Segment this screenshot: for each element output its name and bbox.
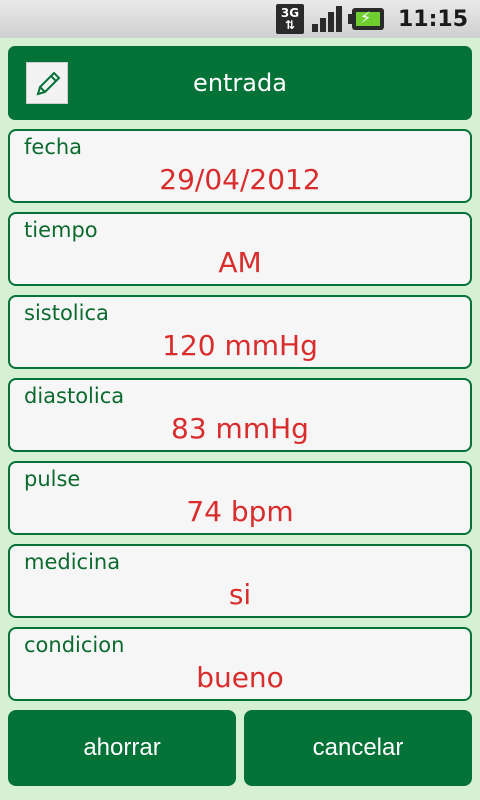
field-value: 120 mmHg [162,329,318,362]
cancel-button[interactable]: cancelar [244,710,472,786]
header-bar: entrada [8,46,472,120]
field-condicion[interactable]: condicion bueno [8,627,472,701]
field-label: diastolica [24,384,125,408]
field-value: si [228,578,252,611]
field-medicina[interactable]: medicina si [8,544,472,618]
field-label: medicina [24,550,121,574]
field-value: 83 mmHg [171,412,309,445]
network-3g-icon: 3G ⇅ [275,4,304,34]
field-label: tiempo [24,218,98,242]
signal-strength-icon [311,4,344,34]
field-value: 74 bpm [186,495,294,528]
field-value: bueno [196,661,284,694]
field-label: sistolica [24,301,109,325]
field-tiempo[interactable]: tiempo AM [8,212,472,286]
battery-icon: ⚡ [347,8,384,30]
data-arrows-icon: ⇅ [284,18,295,32]
field-value: 29/04/2012 [159,163,321,196]
field-label: condicion [24,633,125,657]
status-time: 11:15 [397,6,468,32]
field-label: pulse [24,467,81,491]
field-diastolica[interactable]: diastolica 83 mmHg [8,378,472,452]
field-label: fecha [24,135,83,159]
status-bar: 3G ⇅ ⚡ 11:15 [0,0,480,38]
page-title: entrada [193,69,287,97]
field-fecha[interactable]: fecha 29/04/2012 [8,129,472,203]
field-value: AM [218,246,262,279]
field-pulse[interactable]: pulse 74 bpm [8,461,472,535]
pencil-edit-icon[interactable] [26,62,68,104]
field-sistolica[interactable]: sistolica 120 mmHg [8,295,472,369]
save-button[interactable]: ahorrar [8,710,236,786]
